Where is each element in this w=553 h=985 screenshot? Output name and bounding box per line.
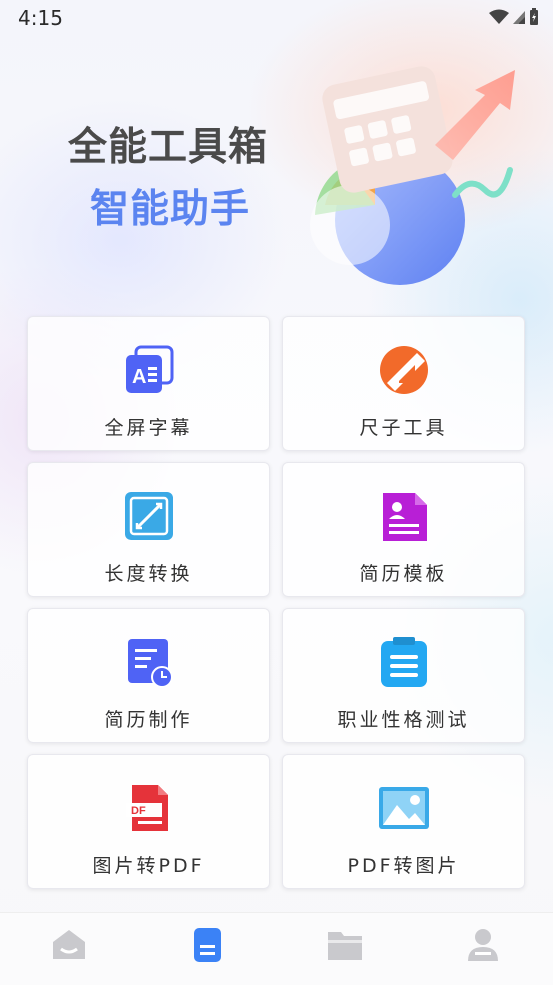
svg-text:DF: DF [131, 805, 146, 817]
tool-card-ruler[interactable]: 尺子工具 [282, 316, 525, 451]
profile-icon[interactable] [463, 925, 503, 965]
document-icon[interactable] [187, 925, 227, 965]
tool-label: 图片转PDF [92, 855, 205, 877]
home-icon[interactable] [49, 925, 89, 965]
tool-label: 全屏字幕 [104, 417, 193, 439]
tool-card-length-convert[interactable]: 长度转换 [27, 462, 270, 597]
tool-label: 简历制作 [104, 709, 193, 731]
image-icon [378, 787, 429, 829]
signal-icon [513, 11, 525, 24]
calculator-illustration-icon [310, 66, 515, 285]
ruler-icon [379, 346, 428, 394]
tool-card-image-to-pdf[interactable]: DF 图片转PDF [27, 754, 270, 889]
wifi-icon [489, 9, 509, 24]
bottom-tab-bar [0, 912, 553, 985]
tool-card-personality-test[interactable]: 职业性格测试 [282, 608, 525, 743]
status-icons [489, 8, 539, 26]
resume-template-icon [382, 493, 427, 541]
hero-title: 全能工具箱 [68, 125, 269, 170]
tool-label: 职业性格测试 [337, 709, 470, 731]
tool-card-resume-make[interactable]: 简历制作 [27, 608, 270, 743]
tool-label: 简历模板 [359, 563, 448, 585]
tool-label: 尺子工具 [359, 417, 448, 439]
tool-card-pdf-to-image[interactable]: PDF转图片 [282, 754, 525, 889]
pdf-icon: DF [125, 785, 168, 831]
tool-card-resume-template[interactable]: 简历模板 [282, 462, 525, 597]
hero-subtitle: 智能助手 [90, 187, 251, 232]
tool-label: PDF转图片 [347, 855, 460, 877]
length-convert-icon [124, 492, 173, 540]
tool-card-subtitle[interactable]: A 全屏字幕 [27, 316, 270, 451]
battery-icon [530, 8, 538, 25]
status-time: 4:15 [18, 6, 63, 30]
tool-label: 长度转换 [104, 563, 193, 585]
folder-icon[interactable] [325, 925, 365, 965]
svg-text:A: A [132, 366, 146, 388]
clipboard-icon [380, 637, 427, 687]
subtitle-icon: A [125, 345, 173, 393]
resume-make-icon [127, 639, 173, 688]
status-bar: 4:15 [0, 0, 553, 34]
